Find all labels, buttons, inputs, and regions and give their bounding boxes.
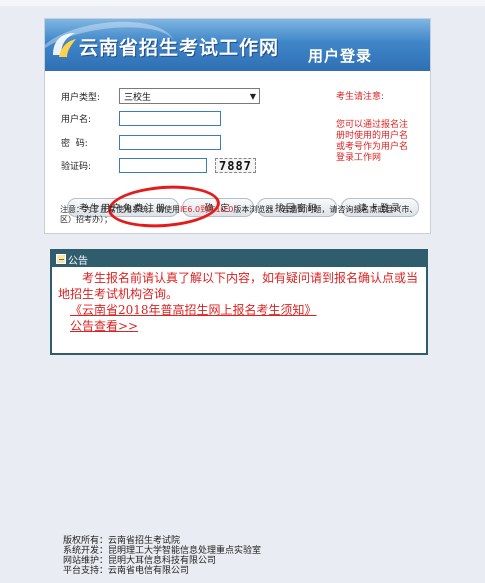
notice-title: 考生请注意: [336, 92, 385, 102]
username-input[interactable] [119, 111, 221, 126]
user-type-select[interactable]: 三校生 ▼ [119, 88, 260, 104]
captcha-input[interactable] [119, 158, 207, 173]
site-banner: 云南省招生考试工作网 用户登录 [45, 19, 430, 71]
login-card: 云南省招生考试工作网 用户登录 用户类型: 三校生 ▼ 用户名: 密 码: 验证… [44, 18, 431, 234]
password-input[interactable] [119, 135, 221, 150]
announcement-title: 公告 [68, 255, 88, 267]
site-title: 云南省招生考试工作网 [79, 37, 280, 59]
browser-tip-prefix: 注意：为了正常使用系统，请使用 [60, 205, 180, 214]
view-announcement-link[interactable]: 公告查看>> [58, 318, 422, 334]
footer-platform: 平台支持：云南省电信有限公司 [63, 566, 190, 576]
user-type-label: 用户类型: [61, 92, 101, 103]
username-label: 用户名: [61, 115, 92, 125]
announcement-header: 公告 [52, 251, 426, 267]
browser-tip: 注意：为了正常使用系统，请使用IE6.0到IE10.0版本浏览器（若遇到问题，请… [60, 205, 426, 225]
announcement-panel: 公告 考生报名前请认真了解以下内容，如有疑问请到报名确认点或当地招生考试机构咨询… [50, 249, 428, 355]
user-type-row: 用户类型: 三校生 ▼ [61, 88, 260, 104]
browser-version: IE6.0到IE10.0 [180, 205, 234, 214]
footer-maintainer: 网站维护：昆明大耳信息科技有限公司 [63, 556, 217, 566]
notice-body: 您可以通过报名注册时使用的用户名或考号作为用户名登录工作网 [336, 120, 409, 163]
password-label: 密 码: [61, 139, 88, 149]
announcement-paragraph: 考生报名前请认真了解以下内容，如有疑问请到报名确认点或当地招生考试机构咨询。 [58, 271, 419, 301]
footer: 版权所有：云南省招生考试院 系统开发：昆明理工大学智能信息处理重点实验室 网站维… [63, 536, 261, 576]
notice-board-icon [56, 254, 66, 264]
captcha-label: 验证码: [61, 162, 92, 172]
guidelines-link[interactable]: 《云南省2018年普高招生网上报名考生须知》 [58, 302, 422, 318]
user-type-selected-value: 三校生 [124, 92, 152, 103]
login-subtitle: 用户登录 [308, 47, 373, 65]
captcha-row: 验证码: 7887 [61, 158, 256, 173]
site-logo-icon [53, 33, 76, 57]
captcha-image[interactable]: 7887 [215, 158, 256, 173]
dropdown-arrow-icon: ▼ [249, 91, 257, 101]
password-row: 密 码: [61, 135, 221, 150]
announcement-body: 考生报名前请认真了解以下内容，如有疑问请到报名确认点或当地招生考试机构咨询。 《… [58, 270, 422, 334]
top-strip [0, 0, 485, 6]
footer-developer: 系统开发：昆明理工大学智能信息处理重点实验室 [63, 546, 262, 556]
footer-copyright: 版权所有：云南省招生考试院 [63, 536, 181, 546]
username-row: 用户名: [61, 111, 221, 126]
